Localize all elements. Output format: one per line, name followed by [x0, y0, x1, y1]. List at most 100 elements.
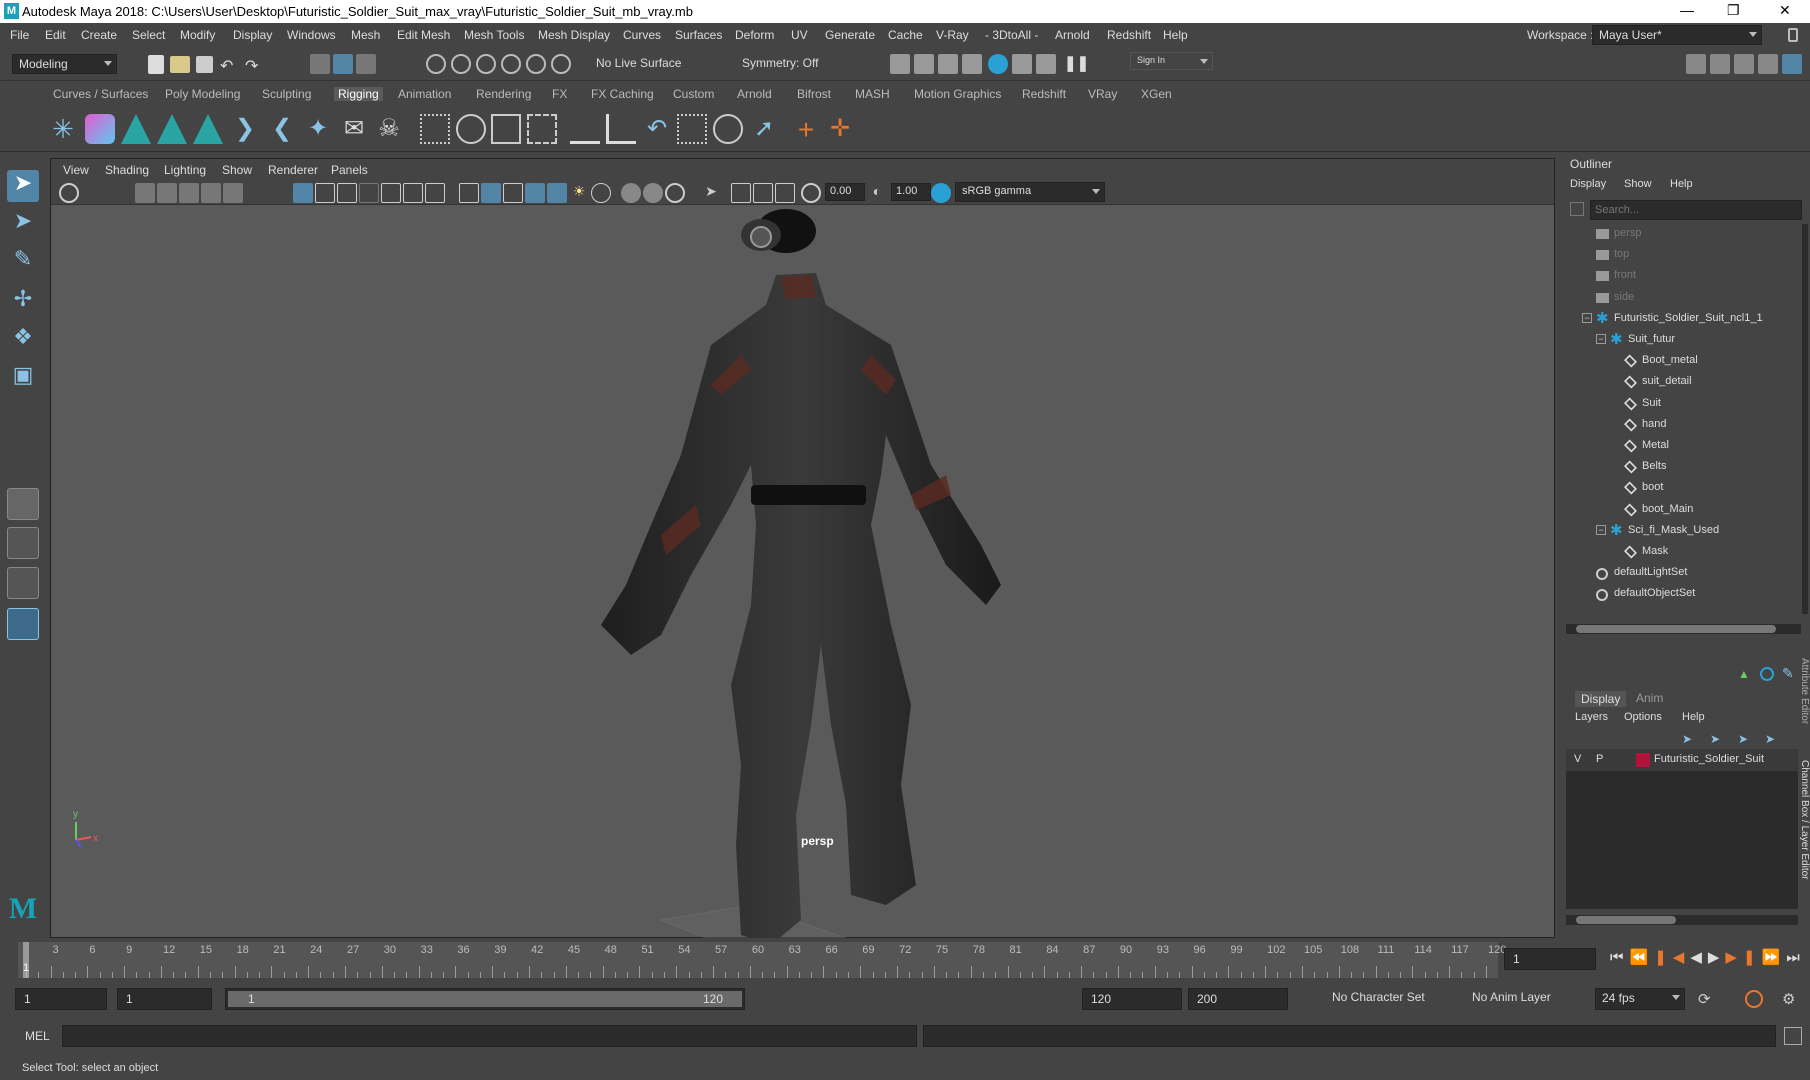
symmetry-field[interactable]: Symmetry: Off [736, 54, 856, 74]
outliner-item[interactable]: Mask [1560, 542, 1790, 562]
menu-redshift[interactable]: Redshift [1107, 28, 1151, 42]
render-frame-icon[interactable] [890, 54, 910, 74]
play-forwards-icon[interactable]: ▶ [1708, 949, 1726, 966]
image-plane-icon[interactable] [179, 183, 199, 203]
wrap-icon[interactable] [527, 114, 557, 144]
anim-preferences-icon[interactable]: ⚙ [1782, 990, 1795, 1008]
menu-curves[interactable]: Curves [623, 28, 661, 42]
screen-space-ao-icon[interactable] [621, 183, 641, 203]
outliner-item[interactable]: Suit [1560, 394, 1790, 414]
menu-mesh-tools[interactable]: Mesh Tools [464, 28, 524, 42]
scale-tool-icon[interactable]: ▣ [7, 362, 39, 394]
channel-box-icon[interactable]: ▲ [1738, 667, 1752, 681]
attribute-editor-toggle-icon[interactable] [1734, 54, 1754, 74]
range-slider-handle[interactable]: 1 120 [228, 991, 742, 1007]
outliner-item[interactable]: − ✱ Suit_futur [1560, 330, 1790, 350]
persp-outliner-layout-icon[interactable] [7, 567, 39, 599]
point-constraint-icon[interactable] [570, 114, 600, 144]
gamma-icon[interactable]: ◐ [867, 183, 887, 203]
play-backwards-icon[interactable]: ◀ [1690, 949, 1708, 966]
outliner-item[interactable]: Metal [1560, 436, 1790, 456]
shelf-tab-bifrost[interactable]: Bifrost [797, 87, 831, 101]
shelf-tab-custom[interactable]: Custom [673, 87, 714, 101]
color-space-select[interactable]: sRGB gamma [955, 182, 1105, 202]
viewport-3d-scene[interactable]: persp y x [51, 205, 1554, 961]
parent-constraint-icon[interactable] [713, 114, 743, 144]
xray-active-icon[interactable] [775, 183, 795, 203]
move-layer-up-icon[interactable]: ➤ [1738, 732, 1748, 746]
redo-icon[interactable]: ↷ [245, 56, 265, 76]
pause-icon[interactable]: ❚❚ [1064, 54, 1089, 74]
outliner-item[interactable]: boot [1560, 478, 1790, 498]
collapse-toggle-icon[interactable]: − [1596, 334, 1606, 344]
cmd-language-label[interactable]: MEL [25, 1029, 50, 1043]
menu-modify[interactable]: Modify [180, 28, 215, 42]
orient-constraint-icon[interactable]: ↶ [642, 114, 672, 144]
shelf-tab-rendering[interactable]: Rendering [476, 87, 531, 101]
lattice-icon[interactable] [491, 114, 521, 144]
layer-visibility-toggle[interactable]: V [1574, 753, 1581, 765]
default-material-icon[interactable] [503, 183, 523, 203]
gate-mask-icon[interactable] [359, 183, 379, 203]
shelf-tab-fx[interactable]: FX [552, 87, 567, 101]
four-view-layout-icon[interactable] [7, 527, 39, 559]
vp-menu-lighting[interactable]: Lighting [164, 163, 206, 177]
snap-point-icon[interactable] [476, 54, 496, 74]
end-time-field[interactable]: 200 [1188, 988, 1288, 1010]
open-scene-icon[interactable] [170, 56, 190, 73]
outliner-item[interactable]: − ✱ Futuristic_Soldier_Suit_ncl1_1 [1560, 309, 1790, 329]
bind-skin-icon[interactable]: ✉ [339, 114, 369, 144]
menu-uv[interactable]: UV [791, 28, 808, 42]
playback-start-field[interactable]: 1 [117, 988, 212, 1010]
shelf-tab-mash[interactable]: MASH [855, 87, 890, 101]
select-camera-icon[interactable] [59, 183, 79, 203]
step-forward-frame-icon[interactable]: ▶❚ [1725, 949, 1761, 966]
channel-refresh-icon[interactable] [1760, 667, 1774, 681]
modeling-toolkit-icon[interactable] [1686, 54, 1706, 74]
outliner-item[interactable]: front [1560, 266, 1790, 286]
collapse-toggle-icon[interactable]: − [1596, 524, 1606, 535]
shelf-tab-rigging[interactable]: Rigging [334, 87, 383, 101]
use-all-lights-icon[interactable]: ☀ [569, 183, 589, 203]
layer-row[interactable]: V P Futuristic_Soldier_Suit [1566, 749, 1798, 771]
move-layer-down-icon[interactable]: ➤ [1765, 732, 1775, 746]
character-controls-shelf-icon[interactable] [193, 114, 223, 144]
two-d-pan-zoom-icon[interactable] [201, 183, 221, 203]
outliner-item[interactable]: Boot_metal [1560, 351, 1790, 371]
outliner-layout-icon[interactable] [7, 608, 39, 640]
auto-key-icon[interactable] [1745, 990, 1763, 1008]
layer-playback-toggle[interactable]: P [1596, 753, 1603, 765]
time-ruler[interactable]: 3 6 9 12 15 18 21 24 27 30 33 36 39 42 45 48 51 54 57 60 63 6… [18, 942, 1506, 978]
undo-icon[interactable]: ↶ [220, 56, 240, 76]
skeleton-icon[interactable]: ☠ [374, 114, 404, 144]
menu-select[interactable]: Select [132, 28, 165, 42]
film-gate-icon[interactable] [315, 183, 335, 203]
ik-spline-icon[interactable]: ❮ [267, 114, 297, 144]
quick-rig-icon[interactable] [85, 114, 115, 144]
vp-menu-show[interactable]: Show [222, 163, 252, 177]
smooth-shade-icon[interactable] [481, 183, 501, 203]
side-tab-attribute-editor[interactable]: Attribute Editor [1794, 658, 1810, 768]
outliner-menu-show[interactable]: Show [1624, 178, 1652, 190]
outliner-search-input[interactable] [1590, 200, 1802, 220]
snap-curve-icon[interactable] [451, 54, 471, 74]
anim-layer-select[interactable]: No Anim Layer [1456, 988, 1581, 1010]
start-time-field[interactable]: 1 [15, 988, 107, 1010]
select-by-object-icon[interactable] [333, 54, 353, 74]
step-forward-key-icon[interactable]: ⏩ [1762, 949, 1787, 966]
go-to-end-icon[interactable]: ⏭ [1786, 949, 1806, 966]
mode-select[interactable]: Modeling [12, 54, 117, 74]
new-scene-icon[interactable] [148, 55, 164, 74]
field-chart-icon[interactable] [381, 183, 401, 203]
character-set-select[interactable]: No Character Set [1316, 988, 1446, 1010]
gamma-field[interactable]: 1.00 [891, 183, 931, 201]
menu-cache[interactable]: Cache [888, 28, 923, 42]
rotate-tool-icon[interactable]: ❖ [7, 324, 39, 356]
outliner-v-scrollbar[interactable] [1802, 224, 1808, 614]
layer-color-swatch[interactable] [1636, 753, 1650, 767]
shelf-tab-sculpting[interactable]: Sculpting [262, 87, 311, 101]
layer-menu-options[interactable]: Options [1624, 711, 1662, 723]
exposure-icon[interactable] [801, 183, 821, 203]
menu-create[interactable]: Create [81, 28, 117, 42]
outliner-menu-display[interactable]: Display [1570, 178, 1606, 190]
